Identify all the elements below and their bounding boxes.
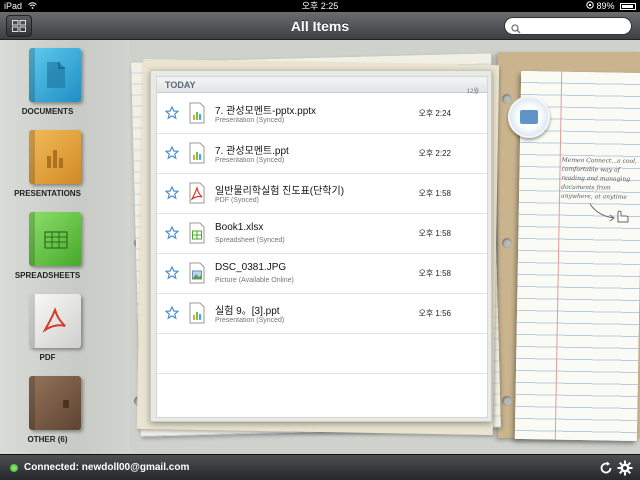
file-row[interactable]: DSC_0381.JPG Picture (Available Online) … <box>157 254 487 294</box>
other-icon <box>41 388 69 423</box>
nav-bar: All Items <box>0 12 640 40</box>
sidebar-item-label: DOCUMENTS <box>21 107 74 116</box>
status-time: 오후 2:25 <box>301 1 339 11</box>
sidebar-item-label: SPREADSHEETS <box>14 271 81 280</box>
file-name: 실험 9。[3].ppt <box>215 306 280 317</box>
connection-status-icon <box>10 464 18 472</box>
sidebar-item-label: OTHER (6) <box>27 435 68 444</box>
star-icon[interactable] <box>164 225 180 245</box>
sidebar-item-pdf[interactable]: PDF <box>0 286 95 366</box>
file-time: 오후 1:58 <box>418 269 451 278</box>
pdf-folder <box>29 294 81 348</box>
empty-row <box>157 334 487 374</box>
presentations-icon <box>41 142 69 177</box>
file-row[interactable]: 일반물리학실험 진도표(단학기) PDF (Synced) 오후 1:58 <box>157 174 487 214</box>
star-icon[interactable] <box>164 265 180 285</box>
settings-button[interactable] <box>617 460 633 476</box>
battery-status: 89% <box>586 0 636 12</box>
sidebar-item-spreadsheets[interactable]: SPREADSHEETS <box>0 204 95 284</box>
category-sidebar: DOCUMENTS PRESENTATIONS SPREADSHEETS PDF <box>0 40 95 454</box>
section-header: TODAY 12월 <box>157 77 487 95</box>
documents-folder <box>29 48 81 102</box>
presentation-file-icon <box>189 302 205 329</box>
file-time: 오후 1:58 <box>418 189 451 198</box>
spreadsheets-folder <box>29 212 81 266</box>
file-list-card: TODAY 12월 7. 관성모멘트-pptx.pptx Presentatio… <box>150 70 492 422</box>
search-icon <box>511 21 521 39</box>
binder-hole <box>502 396 512 406</box>
memeo-logo[interactable] <box>508 96 550 138</box>
section-title: TODAY <box>165 80 196 90</box>
sidebar-item-documents[interactable]: DOCUMENTS <box>0 40 95 120</box>
file-status: Spreadsheet (Synced) <box>215 237 285 244</box>
gear-icon <box>617 460 633 476</box>
refresh-button[interactable] <box>598 460 614 476</box>
presentations-folder <box>29 130 81 184</box>
bottom-toolbar: Connected: newdoll00@gmail.com <box>0 454 640 480</box>
file-row[interactable]: Book1.xlsx Spreadsheet (Synced) 오후 1:58 <box>157 214 487 254</box>
sidebar-item-label: PRESENTATIONS <box>14 189 81 198</box>
documents-icon <box>41 60 69 95</box>
file-name: 7. 관성모멘트-pptx.pptx <box>215 106 317 117</box>
file-name: DSC_0381.JPG <box>215 262 287 273</box>
hand-pointer-icon <box>588 200 634 231</box>
file-time: 오후 2:24 <box>418 109 451 118</box>
search-input[interactable] <box>525 19 625 33</box>
binder-hole <box>502 94 512 104</box>
sidebar-item-presentations[interactable]: PRESENTATIONS <box>0 122 95 202</box>
spreadsheet-file-icon <box>189 222 205 249</box>
file-row[interactable]: 실험 9。[3].ppt Presentation (Synced) 오후 1:… <box>157 294 487 334</box>
pdf-file-icon <box>189 182 205 209</box>
file-list[interactable]: TODAY 12월 7. 관성모멘트-pptx.pptx Presentatio… <box>156 76 488 418</box>
file-name: Book1.xlsx <box>215 222 264 233</box>
file-status: Presentation (Synced) <box>215 157 285 164</box>
sidebar-item-label: PDF <box>39 353 56 362</box>
file-row[interactable]: 7. 관성모멘트.ppt Presentation (Synced) 오후 2:… <box>157 134 487 174</box>
other-folder <box>29 376 81 430</box>
refresh-icon <box>600 461 612 474</box>
note-text: Memeo Connect...a cool, comfortable way … <box>560 156 638 201</box>
file-status: PDF (Synced) <box>215 197 259 204</box>
star-icon[interactable] <box>164 185 180 205</box>
star-icon[interactable] <box>164 305 180 325</box>
status-bar: iPad 오후 2:25 89% <box>0 0 640 12</box>
file-status: Presentation (Synced) <box>215 317 285 324</box>
presentation-file-icon <box>189 102 205 129</box>
file-status: Picture (Available Online) <box>215 277 294 284</box>
connection-status: Connected: newdoll00@gmail.com <box>24 462 190 473</box>
lock-rotation-icon <box>586 1 597 11</box>
file-time: 오후 1:58 <box>418 229 451 238</box>
file-time: 오후 1:56 <box>418 309 451 318</box>
star-icon[interactable] <box>164 105 180 125</box>
star-icon[interactable] <box>164 145 180 165</box>
file-name: 7. 관성모멘트.ppt <box>215 146 289 157</box>
spreadsheets-icon <box>41 224 69 259</box>
battery-icon <box>620 3 636 10</box>
sidebar-item-other[interactable]: OTHER (6) <box>0 368 95 448</box>
presentation-file-icon <box>189 142 205 169</box>
file-name: 일반물리학실험 진도표(단학기) <box>215 186 345 197</box>
file-row[interactable]: 7. 관성모멘트-pptx.pptx Presentation (Synced)… <box>157 94 487 134</box>
binder-hole <box>502 238 512 248</box>
picture-file-icon <box>189 262 205 289</box>
file-status: Presentation (Synced) <box>215 117 285 124</box>
search-field[interactable] <box>504 17 632 35</box>
file-time: 오후 2:22 <box>418 149 451 158</box>
pdf-icon <box>41 306 69 341</box>
